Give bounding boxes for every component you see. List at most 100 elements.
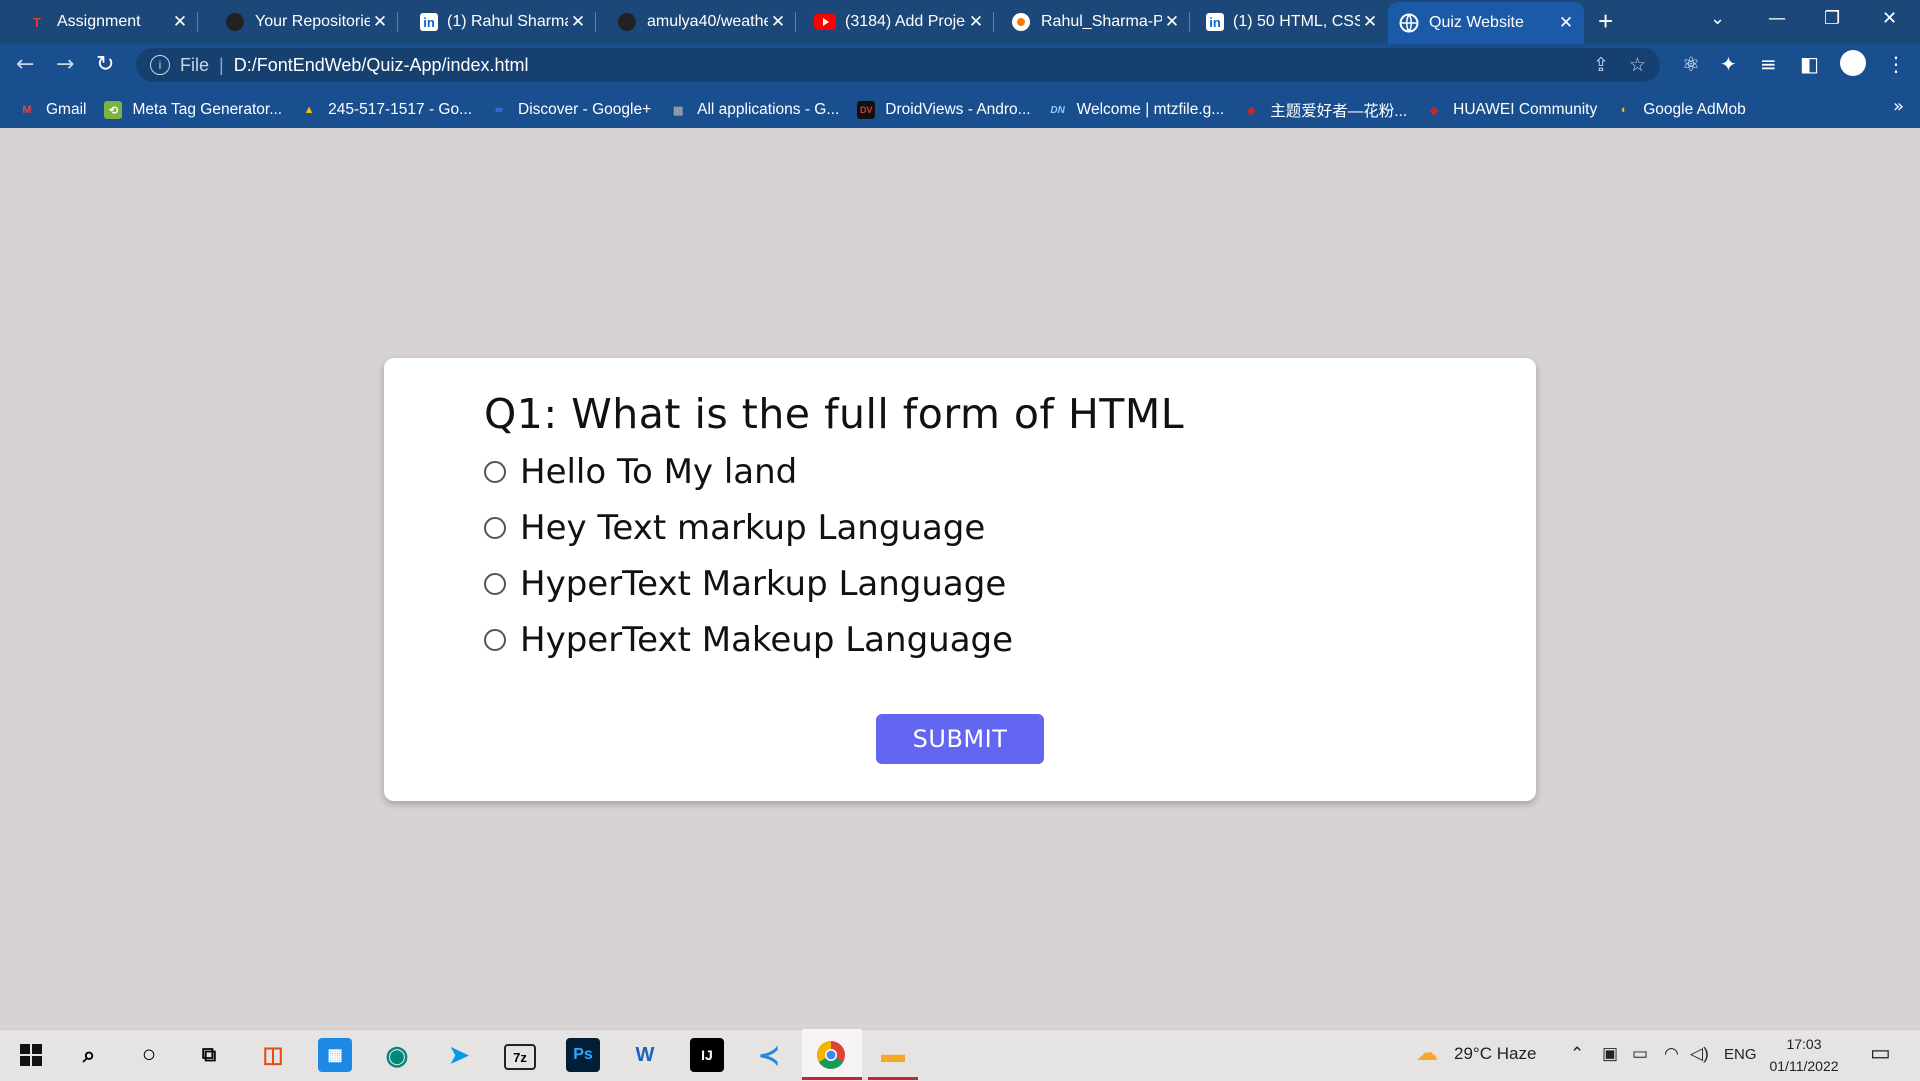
battery-icon[interactable]: ▭ [1632,1044,1648,1064]
weather-icon[interactable]: ☁ [1416,1040,1438,1066]
radio-button[interactable] [484,573,506,595]
radio-button[interactable] [484,461,506,483]
menu-kebab-icon[interactable]: ⋮ [1886,52,1906,76]
tab-50-html-css[interactable]: in (1) 50 HTML, CSS ✕ [1196,4,1388,40]
telegram-icon[interactable]: ➤ [442,1038,476,1072]
media-queue-icon[interactable]: ≡ [1760,52,1777,76]
bookmark-theme-fans[interactable]: ◆ 主题爱好者—花粉... [1242,99,1407,121]
tab-your-repositories[interactable]: Your Repositories ✕ [214,4,398,40]
option-label: Hello To My land [520,452,798,492]
close-icon[interactable]: ✕ [768,12,788,32]
close-icon[interactable]: ✕ [170,12,190,32]
tab-title: (3184) Add Projec [845,13,966,30]
photoshop-icon[interactable]: Ps [566,1038,600,1072]
search-icon[interactable]: ⌕ [72,1038,106,1072]
close-window-button[interactable]: ✕ [1882,8,1897,29]
clock[interactable]: 17:03 01/11/2022 [1764,1033,1844,1077]
question-text: Q1: What is the full form of HTML [484,390,1185,438]
file-explorer-icon[interactable]: ▬ [876,1038,910,1072]
answer-option-3[interactable]: HyperText Markup Language [484,564,1006,604]
bookmarks-overflow-icon[interactable]: » [1893,96,1904,117]
forward-arrow-icon[interactable]: → [56,52,74,77]
clock-time: 17:03 [1786,1036,1822,1052]
tab-title: amulya40/weathe [647,13,768,30]
close-icon[interactable]: ✕ [966,12,986,32]
weather-text[interactable]: 29°C Haze [1454,1044,1536,1064]
close-icon[interactable]: ✕ [1556,13,1576,33]
tab-search-icon[interactable]: ⌄ [1710,8,1725,29]
side-panel-icon[interactable]: ◧ [1800,52,1819,76]
language-indicator[interactable]: ENG [1724,1046,1757,1063]
writer-icon[interactable]: W [628,1038,662,1072]
google-ads-icon: ▲ [303,104,315,116]
notification-icon[interactable]: ▭ [1870,1040,1891,1066]
bookmark-all-applications[interactable]: ▦ All applications - G... [669,101,839,119]
wifi-icon[interactable]: ◠ [1664,1044,1679,1064]
office-icon[interactable]: ◫ [256,1038,290,1072]
quiz-card: Q1: What is the full form of HTML Hello … [384,358,1536,801]
submit-button[interactable]: SUBMIT [876,714,1044,764]
bookmark-star-icon[interactable]: ☆ [1629,54,1646,77]
tab-youtube[interactable]: (3184) Add Projec ✕ [804,4,994,40]
task-view-icon[interactable]: ⧉ [192,1038,226,1072]
radio-button[interactable] [484,517,506,539]
edge-icon[interactable]: ◉ [380,1038,414,1072]
huawei-icon: ◆ [1429,104,1439,117]
apps-icon: ▦ [672,104,684,117]
new-tab-button[interactable]: + [1598,6,1613,37]
answer-option-2[interactable]: Hey Text markup Language [484,508,985,548]
tab-title: (1) Rahul Sharma [447,13,568,30]
tab-quiz-website[interactable]: Quiz Website ✕ [1388,2,1584,44]
bookmark-huawei-community[interactable]: ◆ HUAWEI Community [1425,101,1597,119]
close-icon[interactable]: ✕ [370,12,390,32]
tab-favicon-icon: T [33,14,41,30]
bookmark-mtzfile[interactable]: DN Welcome | mtzfile.g... [1049,101,1224,119]
mtzfile-icon: DN [1050,104,1065,116]
tab-amulya-weather[interactable]: amulya40/weathe ✕ [606,4,796,40]
profile-avatar[interactable] [1840,50,1866,76]
7zip-icon[interactable]: 7z [504,1044,536,1070]
meet-now-icon[interactable]: ▣ [1602,1044,1618,1064]
intellij-icon[interactable]: IJ [690,1038,724,1072]
address-bar[interactable]: i File | D:/FontEndWeb/Quiz-App/index.ht… [136,48,1660,82]
store-icon[interactable]: ▦ [318,1038,352,1072]
close-icon[interactable]: ✕ [568,12,588,32]
portfolio-icon [1010,11,1032,33]
volume-icon[interactable]: ◁) [1690,1044,1709,1064]
bookmark-gmail[interactable]: M Gmail [18,101,86,119]
react-extension-icon[interactable]: ⚛ [1682,52,1700,76]
youtube-icon [814,11,836,33]
url-text[interactable]: D:/FontEndWeb/Quiz-App/index.html [234,55,529,76]
restore-button[interactable]: ❐ [1824,8,1840,29]
option-label: HyperText Makeup Language [520,620,1014,660]
bookmark-google-plus[interactable]: ∞ Discover - Google+ [490,101,651,119]
answer-option-4[interactable]: HyperText Makeup Language [484,620,1013,660]
vscode-icon[interactable]: ≺ [752,1038,786,1072]
answer-option-1[interactable]: Hello To My land [484,452,797,492]
bookmark-google-admob[interactable]: ◐ Google AdMob [1615,101,1746,119]
tab-assignment[interactable]: T Assignment ✕ [16,4,198,40]
info-icon[interactable]: i [150,55,170,75]
windows-start-icon[interactable] [14,1038,48,1072]
chrome-icon[interactable] [814,1038,848,1072]
radio-button[interactable] [484,629,506,651]
clock-date: 01/11/2022 [1769,1058,1839,1074]
bookmark-meta-tag[interactable]: ⟲ Meta Tag Generator... [104,101,282,119]
share-icon[interactable]: ⇪ [1593,54,1609,77]
show-hidden-icons-icon[interactable]: ⌃ [1570,1044,1584,1064]
back-arrow-icon[interactable]: ← [16,52,34,77]
cortana-icon[interactable]: ○ [132,1038,166,1072]
tab-rahul-sharma[interactable]: in (1) Rahul Sharma ✕ [410,4,596,40]
tab-portfolio[interactable]: Rahul_Sharma-Po ✕ [1000,4,1190,40]
huawei-icon: ◆ [1246,104,1256,117]
admob-icon: ◐ [1620,104,1628,116]
close-icon[interactable]: ✕ [1360,12,1380,32]
bookmark-google-ads[interactable]: ▲ 245-517-1517 - Go... [300,101,472,119]
close-icon[interactable]: ✕ [1162,12,1182,32]
bookmarks-bar: M Gmail ⟲ Meta Tag Generator... ▲ 245-517-1… [0,92,1920,128]
bookmark-droidviews[interactable]: DV DroidViews - Andro... [857,101,1031,119]
reload-icon[interactable]: ↻ [96,52,114,77]
extensions-puzzle-icon[interactable]: ✦ [1720,52,1737,76]
minimize-button[interactable]: — [1768,8,1786,29]
tab-title: Quiz Website [1429,14,1524,31]
